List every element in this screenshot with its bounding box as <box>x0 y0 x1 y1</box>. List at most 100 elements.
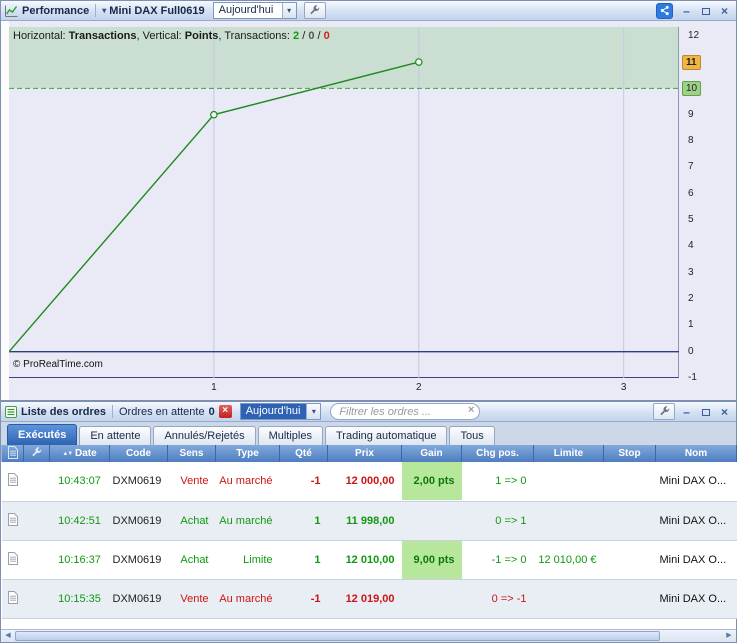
order-position-change: 0 => -1 <box>461 579 534 619</box>
order-position-change: 0 => 1 <box>461 501 534 541</box>
chart-info-segment: Points <box>184 30 219 42</box>
chart-info-segment: 0 <box>323 30 330 42</box>
performance-curve <box>9 27 679 378</box>
horizontal-scrollbar[interactable]: ◀ ▶ <box>1 629 736 642</box>
order-price: 12 019,00 <box>327 579 402 619</box>
tab-en-attente[interactable]: En attente <box>79 426 152 445</box>
order-stop <box>603 462 656 502</box>
chart-info-segment: , Vertical: <box>136 30 185 42</box>
order-details-icon[interactable] <box>1 579 24 619</box>
minimize-button[interactable]: – <box>679 3 694 18</box>
column-header-type[interactable]: Type <box>215 445 280 462</box>
x-axis-tick: 3 <box>620 382 627 393</box>
chart-info-segment: Transactions <box>68 30 137 42</box>
share-icon <box>659 5 670 16</box>
performance-panel: Performance ▾ Mini DAX Full0619 Aujourd'… <box>0 0 737 401</box>
y-axis-tick: 4 <box>688 240 694 252</box>
orders-titlebar: Liste des ordres Ordres en attente 0 × A… <box>1 402 736 422</box>
pending-orders-label: Ordres en attente <box>118 405 205 418</box>
tab-multiples[interactable]: Multiples <box>257 426 323 445</box>
order-gain: 9,00 pts <box>401 540 462 580</box>
order-row[interactable]: 10:42:51 DXM0619 Achat Au marché 1 11 998,00 0… <box>1 501 737 541</box>
filter-orders-input[interactable] <box>330 403 481 420</box>
y-axis-tick: 9 <box>688 108 694 120</box>
filter-field: × <box>330 403 481 420</box>
share-button[interactable] <box>656 2 673 19</box>
column-header-sens[interactable]: Sens <box>167 445 216 462</box>
orders-tabbar: Exécutés En attente Annulés/Rejetés Multipl… <box>1 422 736 445</box>
order-time: 10:42:51 <box>49 501 110 541</box>
divider <box>95 4 97 17</box>
cancel-pending-button[interactable]: × <box>218 405 232 418</box>
order-tools-cell <box>23 462 50 502</box>
column-header-code[interactable]: Code <box>109 445 168 462</box>
order-stop <box>603 501 656 541</box>
column-header-qte[interactable]: Qté <box>279 445 328 462</box>
tab-ex-cut-s[interactable]: Exécutés <box>7 424 78 445</box>
order-details-icon[interactable] <box>1 540 24 580</box>
scroll-left-arrow[interactable]: ◀ <box>1 630 15 642</box>
order-type: Au marché <box>215 579 280 619</box>
x-axis-tick: 1 <box>211 382 217 393</box>
order-quantity: 1 <box>279 540 328 580</box>
order-gain <box>401 579 462 619</box>
pending-orders-count: 0 <box>208 405 215 418</box>
order-details-icon[interactable] <box>1 501 24 541</box>
order-price: 11 998,00 <box>327 501 402 541</box>
document-icon <box>1 445 24 462</box>
order-details-icon[interactable] <box>1 462 24 502</box>
copyright: © ProRealTime.com <box>13 359 103 370</box>
order-stop <box>603 579 656 619</box>
order-gain <box>401 501 462 541</box>
close-button[interactable]: × <box>717 404 732 419</box>
order-type: Au marché <box>215 501 280 541</box>
orders-header-row: ▲▼ Date Code Sens Type Qté Prix Gain Chg pos. Li… <box>1 445 737 462</box>
order-time: 10:43:07 <box>49 462 110 502</box>
column-header-date[interactable]: ▲▼ Date <box>49 445 110 462</box>
order-quantity: -1 <box>279 462 328 502</box>
column-header-limite[interactable]: Limite <box>533 445 604 462</box>
instrument-dropdown[interactable]: ▾ Mini DAX Full0619 <box>102 5 204 17</box>
tab-tous[interactable]: Tous <box>449 426 495 445</box>
column-header-stop[interactable]: Stop <box>603 445 656 462</box>
column-header-prix[interactable]: Prix <box>327 445 402 462</box>
instrument-label: Mini DAX Full0619 <box>109 4 205 17</box>
maximize-button[interactable] <box>698 3 713 18</box>
scroll-right-arrow[interactable]: ▶ <box>722 630 736 642</box>
order-type: Limite <box>215 540 280 580</box>
orders-period-select[interactable]: Aujourd'hui ▾ <box>239 403 322 420</box>
chevron-down-icon: ▾ <box>102 6 107 15</box>
order-instrument-name: Mini DAX O... <box>655 540 737 580</box>
x-axis: 1 2 3 <box>9 382 679 396</box>
maximize-button[interactable] <box>698 404 713 419</box>
column-header-nom[interactable]: Nom <box>655 445 737 462</box>
chart-settings-button[interactable] <box>303 2 326 19</box>
scrollbar-thumb[interactable] <box>15 631 660 641</box>
wrench-icon[interactable] <box>23 445 50 462</box>
performance-title: Performance <box>22 4 90 17</box>
minimize-button[interactable]: – <box>679 404 694 419</box>
chart-plot-area: Horizontal: Transactions, Vertical: Poin… <box>9 27 679 378</box>
order-row[interactable]: 10:16:37 DXM0619 Achat Limite 1 12 010,00 9,00… <box>1 540 737 580</box>
tab-trading-automatique[interactable]: Trading automatique <box>324 426 448 445</box>
maximize-icon <box>701 408 710 416</box>
y-axis-tick: 3 <box>688 266 694 278</box>
order-price: 12 000,00 <box>327 462 402 502</box>
period-value: Aujourd'hui <box>218 4 274 16</box>
close-button[interactable]: × <box>717 3 732 18</box>
maximize-icon <box>701 7 710 15</box>
order-row[interactable]: 10:15:35 DXM0619 Vente Au marché -1 12 019,00… <box>1 579 737 619</box>
column-header-gain[interactable]: Gain <box>401 445 462 462</box>
chart-info-segment: / <box>314 30 324 42</box>
clear-filter-icon[interactable]: × <box>468 404 474 416</box>
orders-settings-button[interactable] <box>653 403 675 420</box>
y-axis-tick: 1 <box>688 319 694 331</box>
tab-annul-s-rejet-s[interactable]: Annulés/Rejetés <box>153 426 256 445</box>
order-instrument-name: Mini DAX O... <box>655 579 737 619</box>
period-select[interactable]: Aujourd'hui ▾ <box>212 2 297 19</box>
order-row[interactable]: 10:43:07 DXM0619 Vente Au marché -1 12 000,00… <box>1 462 737 502</box>
wrench-icon <box>659 406 670 417</box>
column-header-chg-pos[interactable]: Chg pos. <box>461 445 534 462</box>
order-price: 12 010,00 <box>327 540 402 580</box>
order-limit <box>533 579 604 619</box>
